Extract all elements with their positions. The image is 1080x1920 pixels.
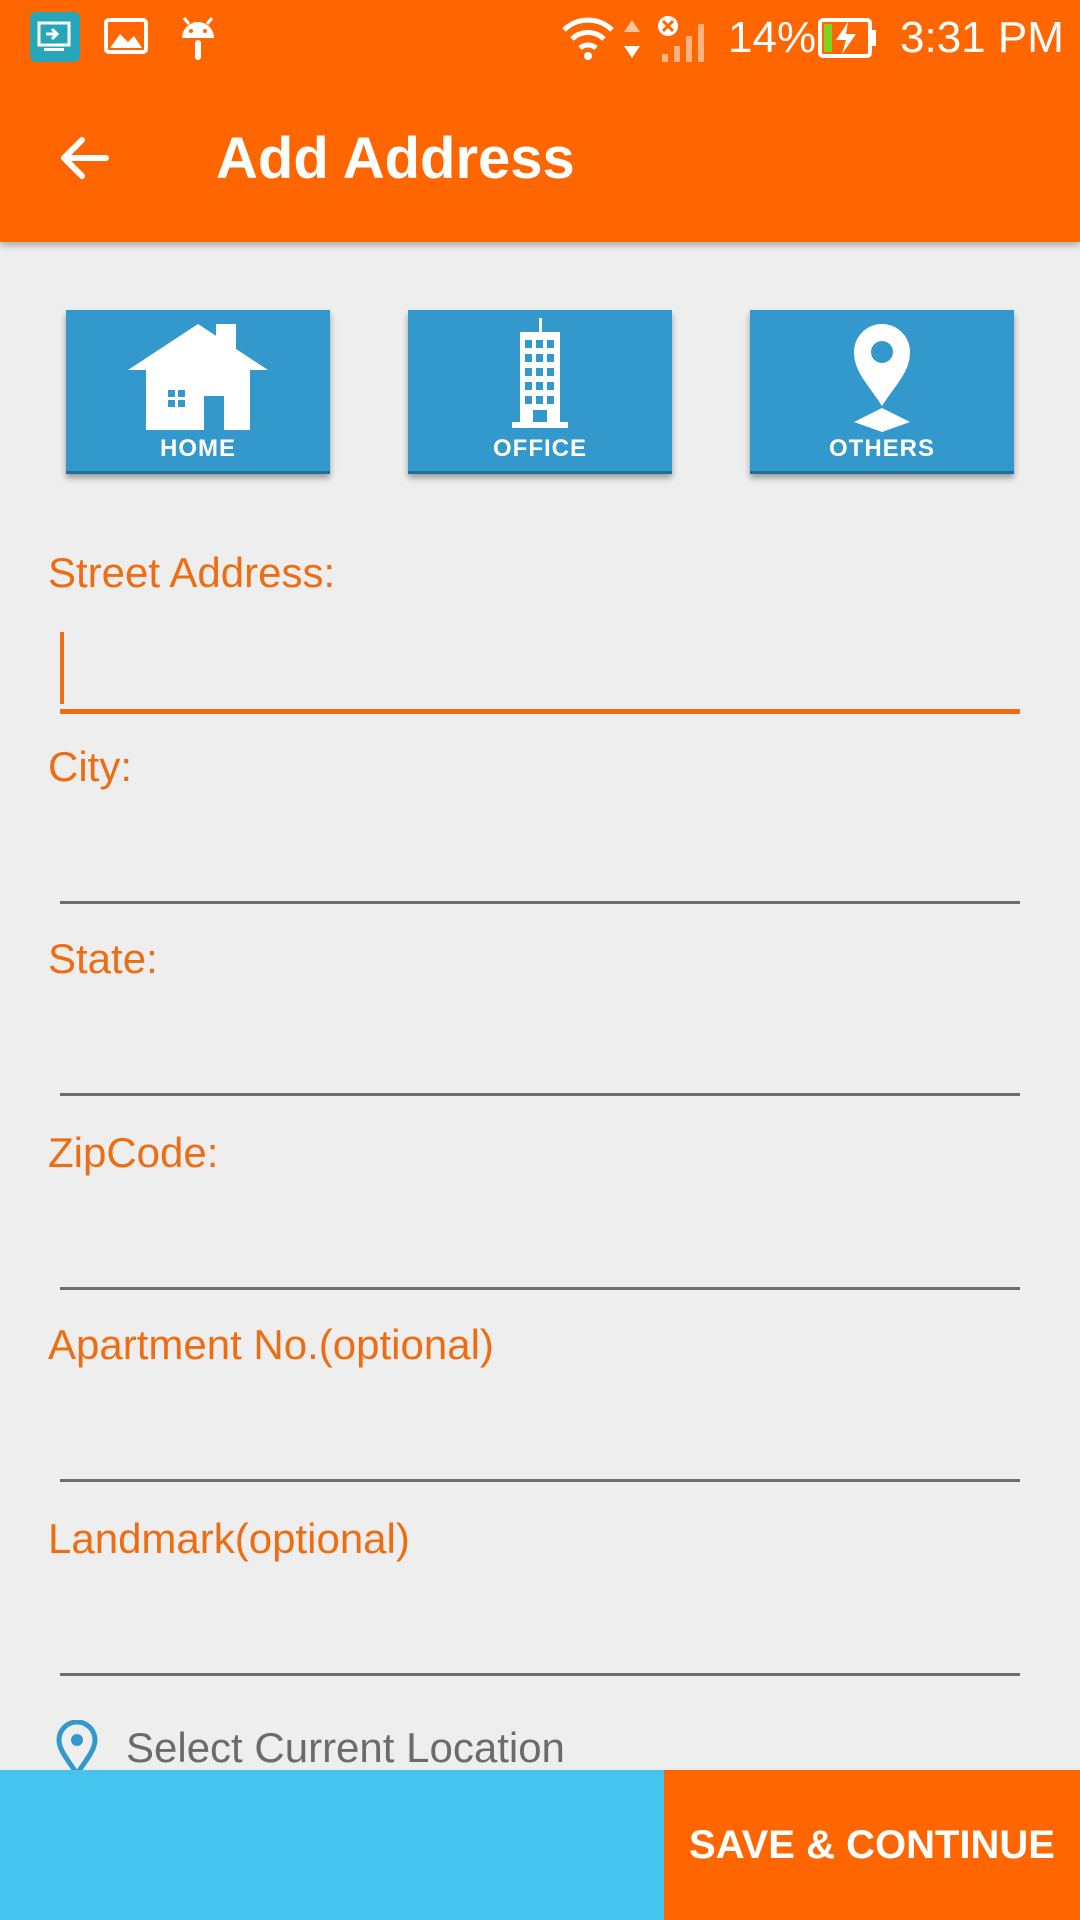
apartment-label: Apartment No.(optional) — [48, 1321, 494, 1368]
zipcode-input[interactable] — [60, 1210, 1020, 1290]
image-icon — [104, 16, 148, 61]
app-bar: Add Address — [0, 74, 1080, 242]
arrow-back-icon — [61, 137, 109, 179]
android-icon — [176, 12, 220, 67]
add-address-screen: 14% 3:31 PM Add Address HOME OFFICE OTHE… — [0, 0, 1080, 1920]
screen-mirror-icon — [30, 12, 80, 67]
office-type-button[interactable]: OFFICE — [408, 310, 672, 474]
zipcode-label: ZipCode: — [48, 1129, 219, 1176]
location-pin-icon — [56, 1720, 98, 1776]
landmark-label: Landmark(optional) — [48, 1515, 410, 1562]
state-input[interactable] — [60, 1016, 1020, 1096]
street-address-label: Street Address: — [48, 549, 336, 596]
others-type-label: OTHERS — [828, 435, 935, 462]
wifi-icon — [560, 12, 616, 67]
city-input[interactable] — [60, 824, 1020, 904]
others-type-button[interactable]: OTHERS — [750, 310, 1014, 474]
apartment-input[interactable] — [60, 1402, 1020, 1482]
status-bar: 14% 3:31 PM — [0, 0, 1080, 74]
back-button[interactable] — [44, 118, 124, 198]
landmark-input[interactable] — [60, 1596, 1020, 1676]
status-time: 3:31 PM — [900, 13, 1064, 62]
office-type-label: OFFICE — [493, 435, 587, 462]
city-label: City: — [48, 743, 132, 790]
home-type-label: HOME — [160, 435, 236, 462]
footer-left-panel — [0, 1770, 664, 1920]
home-type-button[interactable]: HOME — [66, 310, 330, 474]
state-label: State: — [48, 935, 158, 982]
save-continue-button[interactable]: SAVE & CONTINUE — [664, 1770, 1080, 1920]
signal-icon — [656, 14, 712, 69]
battery-charging-icon — [818, 16, 878, 65]
page-title: Add Address — [216, 126, 575, 191]
select-current-location-button[interactable]: Select Current Location — [56, 1718, 565, 1778]
battery-percent: 14% — [728, 13, 817, 62]
text-cursor — [60, 632, 64, 704]
street-address-input[interactable] — [60, 634, 1020, 714]
data-arrows-icon — [622, 18, 642, 65]
select-current-location-label: Select Current Location — [126, 1724, 565, 1771]
